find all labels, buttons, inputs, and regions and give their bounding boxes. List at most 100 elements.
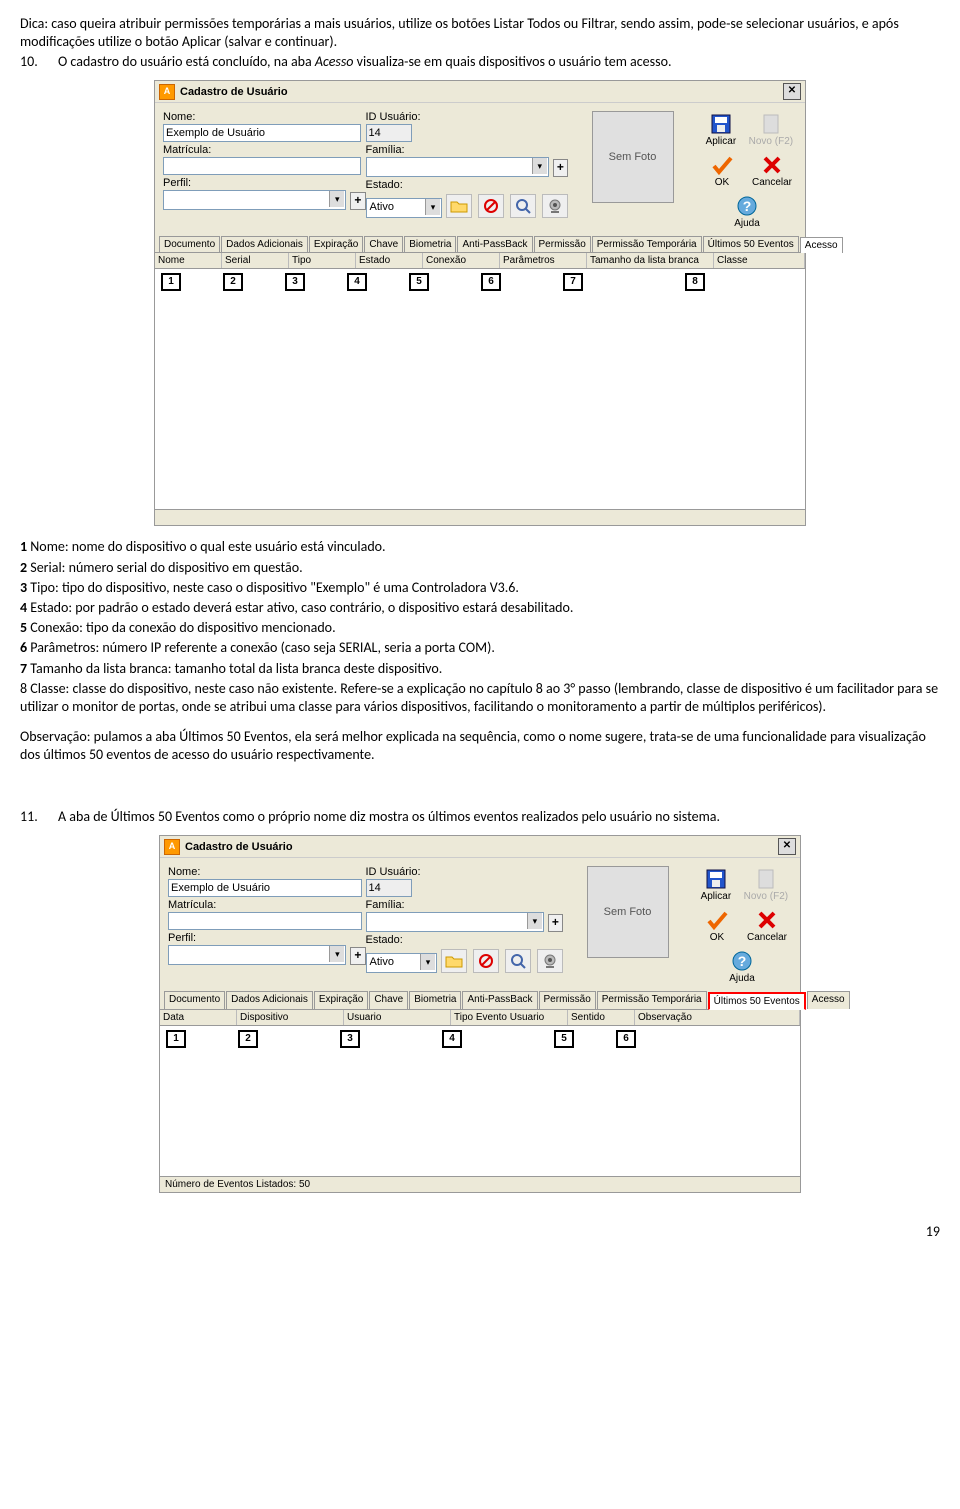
tab-documento[interactable]: Documento bbox=[159, 236, 220, 252]
cancelar-button[interactable]: Cancelar bbox=[747, 908, 787, 943]
tab-acesso[interactable]: Acesso bbox=[807, 991, 850, 1009]
col-tipo[interactable]: Tipo bbox=[289, 253, 356, 268]
input-nome[interactable] bbox=[163, 124, 361, 142]
callout-4: 4 bbox=[442, 1030, 462, 1048]
list-number-11: 11. bbox=[20, 808, 58, 825]
tab-dados-adicionais[interactable]: Dados Adicionais bbox=[221, 236, 308, 252]
tab-antipassback[interactable]: Anti-PassBack bbox=[462, 991, 537, 1009]
add-familia-button[interactable]: + bbox=[553, 159, 568, 177]
label-familia: Família: bbox=[366, 899, 564, 911]
tab-biometria[interactable]: Biometria bbox=[404, 236, 456, 252]
aplicar-button[interactable]: Aplicar bbox=[696, 867, 736, 902]
col-serial[interactable]: Serial bbox=[222, 253, 289, 268]
close-button[interactable]: ✕ bbox=[778, 838, 796, 855]
ok-button[interactable]: OK bbox=[702, 153, 742, 188]
combo-estado[interactable]: Ativo bbox=[366, 953, 438, 973]
col-sentido[interactable]: Sentido bbox=[568, 1010, 635, 1025]
tab-permissao[interactable]: Permissão bbox=[534, 236, 591, 252]
webcam-icon[interactable] bbox=[537, 949, 563, 973]
callout-6: 6 bbox=[481, 273, 501, 291]
label-matricula: Matrícula: bbox=[168, 899, 366, 911]
col-dispositivo[interactable]: Dispositivo bbox=[237, 1010, 344, 1025]
tab-ultimos50[interactable]: Últimos 50 Eventos bbox=[708, 992, 806, 1010]
tab-permissao-temp[interactable]: Permissão Temporária bbox=[597, 991, 707, 1009]
add-perfil-button[interactable]: + bbox=[350, 947, 365, 965]
col-data[interactable]: Data bbox=[160, 1010, 237, 1025]
item-10-text: O cadastro do usuário está concluído, na… bbox=[58, 53, 672, 70]
app-icon: A bbox=[164, 839, 180, 855]
callout-1: 1 bbox=[166, 1030, 186, 1048]
observation: Observação: pulamos a aba Últimos 50 Eve… bbox=[20, 728, 940, 764]
window-cadastro-2: A Cadastro de Usuário ✕ Nome: Matrícula:… bbox=[159, 835, 801, 1193]
svg-text:?: ? bbox=[738, 953, 747, 969]
callout-6: 6 bbox=[616, 1030, 636, 1048]
webcam-icon[interactable] bbox=[542, 194, 568, 218]
combo-familia[interactable] bbox=[366, 157, 549, 177]
tab-documento[interactable]: Documento bbox=[164, 991, 225, 1009]
novo-button[interactable]: Novo (F2) bbox=[744, 867, 788, 902]
col-nome[interactable]: Nome bbox=[155, 253, 222, 268]
col-estado[interactable]: Estado bbox=[356, 253, 423, 268]
window-cadastro-1: A Cadastro de Usuário ✕ Nome: Matrícula:… bbox=[154, 80, 806, 526]
ajuda-button[interactable]: ?Ajuda bbox=[727, 194, 767, 229]
tab-biometria[interactable]: Biometria bbox=[409, 991, 461, 1009]
col-observacao[interactable]: Observação bbox=[635, 1010, 800, 1025]
photo-placeholder: Sem Foto bbox=[592, 111, 674, 203]
label-perfil: Perfil: bbox=[168, 932, 366, 944]
tab-expiracao[interactable]: Expiração bbox=[314, 991, 368, 1009]
label-id: ID Usuário: bbox=[366, 111, 569, 123]
tab-expiracao[interactable]: Expiração bbox=[309, 236, 363, 252]
item-11-text: A aba de Últimos 50 Eventos como o própr… bbox=[58, 808, 940, 825]
combo-familia[interactable] bbox=[366, 912, 544, 932]
label-perfil: Perfil: bbox=[163, 177, 366, 189]
zoom-icon[interactable] bbox=[510, 194, 536, 218]
col-parametros[interactable]: Parâmetros bbox=[500, 253, 587, 268]
combo-perfil[interactable] bbox=[163, 190, 346, 210]
input-nome[interactable] bbox=[168, 879, 362, 897]
label-estado: Estado: bbox=[366, 179, 569, 191]
aplicar-button[interactable]: Aplicar bbox=[701, 112, 741, 147]
col-tipoevento[interactable]: Tipo Evento Usuario bbox=[451, 1010, 568, 1025]
folder-icon[interactable] bbox=[441, 949, 467, 973]
table-body-1: 1 2 3 4 5 6 7 8 bbox=[155, 269, 805, 509]
legend-8: 8 Classe: classe do dispositivo, neste c… bbox=[20, 680, 940, 716]
cancelar-button[interactable]: Cancelar bbox=[752, 153, 792, 188]
tab-chave[interactable]: Chave bbox=[364, 236, 403, 252]
window-title: Cadastro de Usuário bbox=[180, 86, 783, 98]
status-bar-1 bbox=[155, 509, 805, 525]
folder-icon[interactable] bbox=[446, 194, 472, 218]
tab-permissao[interactable]: Permissão bbox=[539, 991, 596, 1009]
input-matricula[interactable] bbox=[163, 157, 361, 175]
input-matricula[interactable] bbox=[168, 912, 362, 930]
window-title: Cadastro de Usuário bbox=[185, 841, 778, 853]
label-estado: Estado: bbox=[366, 934, 564, 946]
novo-button[interactable]: Novo (F2) bbox=[749, 112, 793, 147]
zoom-icon[interactable] bbox=[505, 949, 531, 973]
col-classe[interactable]: Classe bbox=[714, 253, 805, 268]
prohibit-icon[interactable] bbox=[473, 949, 499, 973]
close-button[interactable]: ✕ bbox=[783, 83, 801, 100]
combo-estado[interactable]: Ativo bbox=[366, 198, 443, 218]
combo-perfil[interactable] bbox=[168, 945, 346, 965]
callout-2: 2 bbox=[238, 1030, 258, 1048]
legend-7: 7 Tamanho da lista branca: tamanho total… bbox=[20, 660, 940, 678]
tab-ultimos50[interactable]: Últimos 50 Eventos bbox=[703, 236, 799, 252]
add-familia-button[interactable]: + bbox=[548, 914, 563, 932]
tip-text: Dica: caso queira atribuir permissões te… bbox=[20, 15, 940, 51]
legend-5: 5 Conexão: tipo da conexão do dispositiv… bbox=[20, 619, 940, 637]
col-usuario[interactable]: Usuario bbox=[344, 1010, 451, 1025]
tab-dados-adicionais[interactable]: Dados Adicionais bbox=[226, 991, 313, 1009]
col-conexao[interactable]: Conexão bbox=[423, 253, 500, 268]
tab-antipassback[interactable]: Anti-PassBack bbox=[457, 236, 532, 252]
tab-permissao-temp[interactable]: Permissão Temporária bbox=[592, 236, 702, 252]
col-tamanho[interactable]: Tamanho da lista branca bbox=[587, 253, 714, 268]
tab-acesso[interactable]: Acesso bbox=[800, 237, 843, 253]
add-perfil-button[interactable]: + bbox=[350, 192, 365, 210]
ajuda-button[interactable]: ?Ajuda bbox=[722, 949, 762, 984]
callout-1: 1 bbox=[161, 273, 181, 291]
prohibit-icon[interactable] bbox=[478, 194, 504, 218]
tab-chave[interactable]: Chave bbox=[369, 991, 408, 1009]
ok-button[interactable]: OK bbox=[697, 908, 737, 943]
label-familia: Família: bbox=[366, 144, 569, 156]
app-icon: A bbox=[159, 84, 175, 100]
